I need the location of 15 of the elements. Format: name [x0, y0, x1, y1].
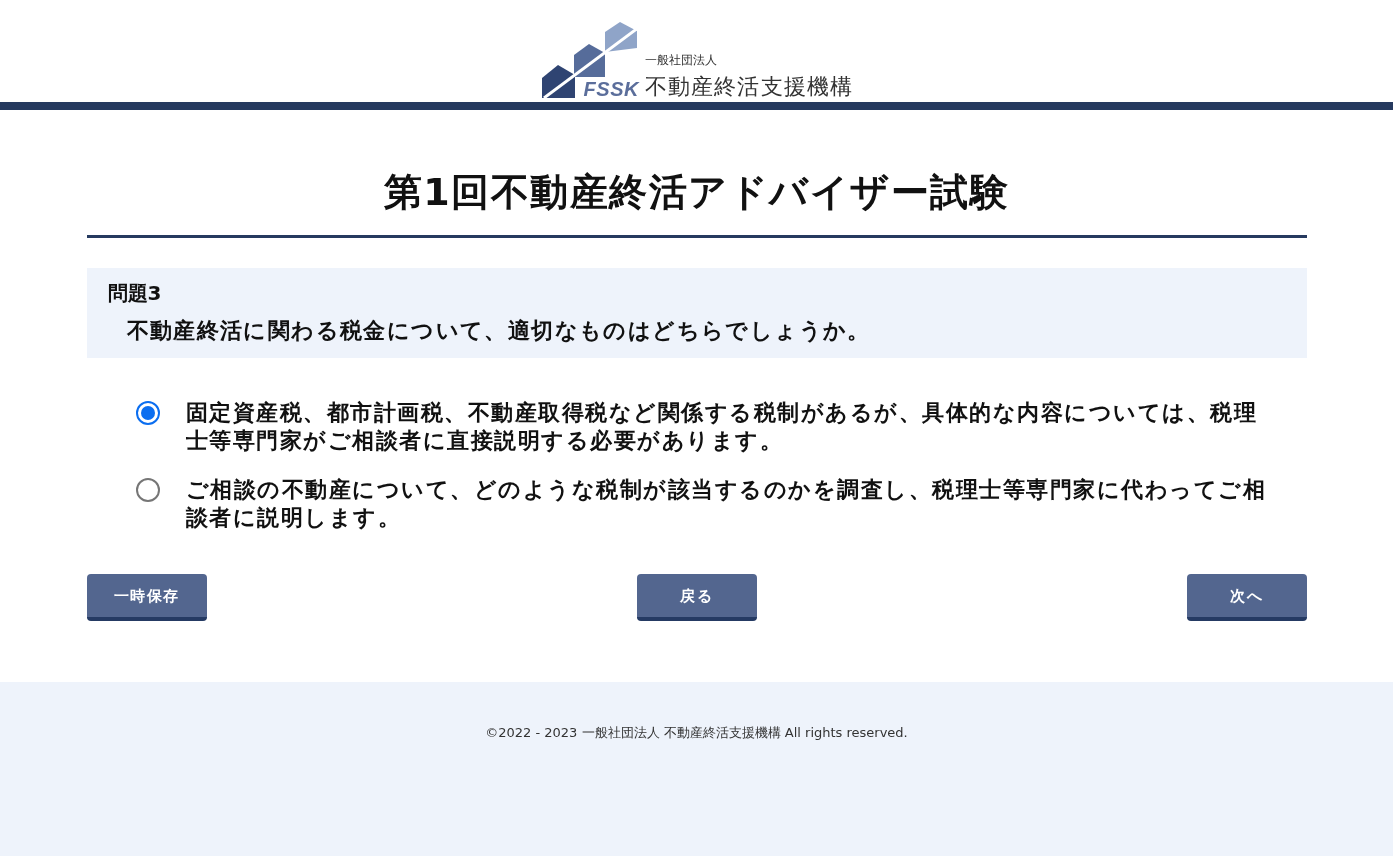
organization-name: 不動産終活支援機構 — [644, 75, 854, 99]
radio-button[interactable] — [135, 478, 160, 502]
answer-option-text: 固定資産税、都市計画税、不動産取得税など関係する税制があるが、具体的な内容については、税理士等専門家がご相談者に直接説明する必要があります。 — [185, 399, 1258, 455]
radio-button[interactable] — [135, 401, 160, 425]
logo-mark-icon — [541, 22, 638, 98]
nav-button[interactable]: 次へ — [1186, 574, 1307, 621]
page-title: 第1回不動産終活アドバイザー試験 — [382, 169, 1011, 215]
organization-type: 一般社団法人 — [644, 53, 718, 67]
question-number: 問題3 — [107, 280, 163, 307]
logo-text: FSSK — [583, 79, 639, 99]
copyright-text: ©2022 - 2023 一般社団法人 不動産終活支援機構 All rights reserved. — [485, 725, 908, 741]
question-text: 不動産終活に関わる税金について、適切なものはどちらでしょうか。 — [126, 317, 872, 345]
nav-button[interactable]: 戻る — [636, 574, 757, 621]
nav-button[interactable]: 一時保存 — [86, 574, 207, 621]
answer-option-text: ご相談の不動産について、どのような税制が該当するのかを調査し、税理士等専門家に代わってご相談者に説明します。 — [185, 476, 1267, 532]
